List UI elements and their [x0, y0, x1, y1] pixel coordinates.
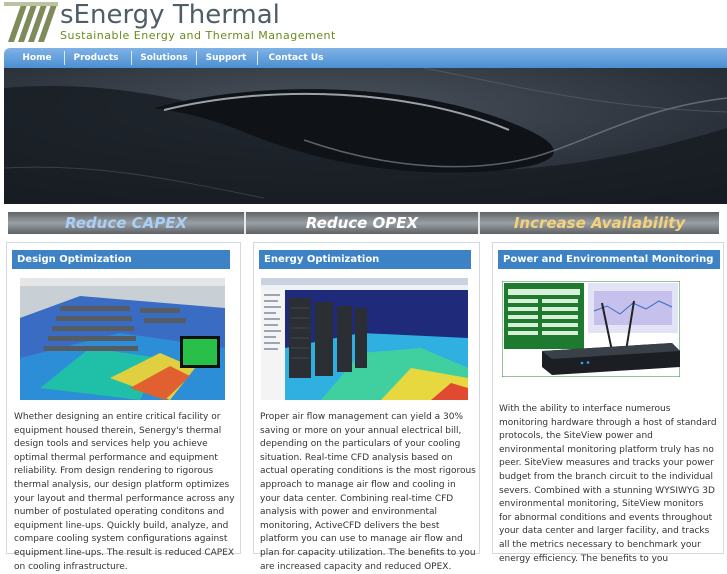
siteview-hardware-image: [502, 281, 680, 377]
nav-separator: [131, 51, 132, 65]
column-heading: Energy Optimization: [259, 250, 471, 269]
nav-contact[interactable]: Contact Us: [264, 48, 328, 68]
site-header: sEnergy Thermal Sustainable Energy and T…: [0, 0, 727, 48]
nav-support[interactable]: Support: [202, 48, 250, 68]
design-render-image: [20, 278, 225, 400]
value-strip: Reduce CAPEX Reduce OPEX Increase Availa…: [8, 212, 719, 234]
column-description: Proper air flow management can yield a 3…: [260, 412, 476, 572]
column-energy-optimization: Energy Optimization Proper air flow mana…: [253, 242, 480, 572]
main-nav: Home Products Solutions Support Contact …: [4, 48, 727, 68]
column-design-optimization: Design Optimization Whether designing an…: [6, 242, 241, 572]
value-reduce-capex: Reduce CAPEX: [64, 214, 188, 232]
hero-banner: [4, 68, 727, 204]
column-heading: Power and Environmental Monitoring: [498, 250, 720, 269]
brand-tagline: Sustainable Energy and Thermal Managemen…: [60, 29, 336, 42]
column-power-monitoring: Power and Environmental Monitoring With …: [492, 242, 724, 564]
nav-home[interactable]: Home: [14, 48, 60, 68]
nav-separator: [64, 51, 65, 65]
brand-name[interactable]: sEnergy Thermal: [60, 0, 280, 30]
column-description: With the ability to interface numerous m…: [499, 404, 717, 564]
value-reduce-opex: Reduce OPEX: [305, 214, 419, 232]
cfd-analysis-screenshot: [261, 278, 468, 400]
logo-icon[interactable]: [4, 2, 58, 42]
column-heading: Design Optimization: [12, 250, 230, 269]
nav-separator: [257, 51, 258, 65]
nav-products[interactable]: Products: [68, 48, 124, 68]
nav-separator: [196, 51, 197, 65]
column-description: Whether designing an entire critical fac…: [14, 412, 235, 572]
value-increase-availability: Increase Availability: [513, 214, 686, 232]
nav-solutions[interactable]: Solutions: [137, 48, 191, 68]
